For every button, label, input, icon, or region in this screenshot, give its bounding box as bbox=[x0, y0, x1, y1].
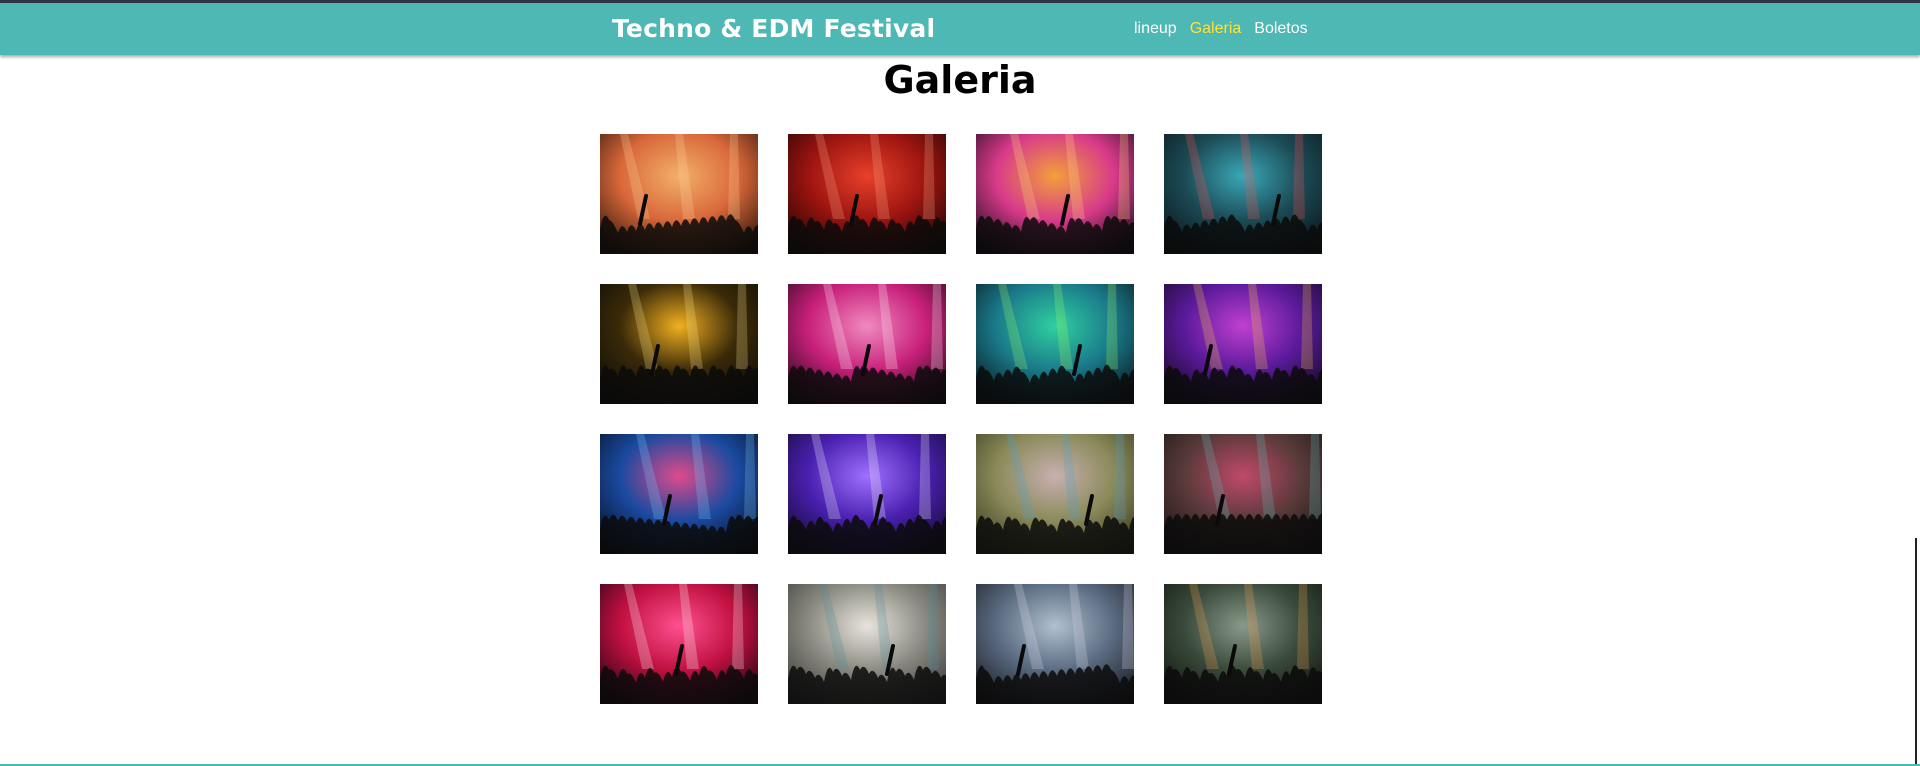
field-festival-photo[interactable] bbox=[976, 434, 1134, 554]
nav-link-galeria[interactable]: Galeria bbox=[1190, 20, 1242, 38]
red-laser-photo[interactable] bbox=[600, 584, 758, 704]
sunset-crowd-photo[interactable] bbox=[600, 134, 758, 254]
pink-haze-stage-photo[interactable] bbox=[1164, 434, 1322, 554]
night-field-photo[interactable] bbox=[1164, 584, 1322, 704]
page-title: Galeria bbox=[883, 58, 1037, 102]
nav-link-lineup[interactable]: lineup bbox=[1134, 20, 1177, 38]
navbar: Techno & EDM Festival lineup Galeria Bol… bbox=[0, 3, 1920, 55]
phone-recording-photo[interactable] bbox=[976, 134, 1134, 254]
main-nav: lineup Galeria Boletos bbox=[1134, 20, 1321, 38]
dj-silhouette-photo[interactable] bbox=[1164, 134, 1322, 254]
nav-link-boletos[interactable]: Boletos bbox=[1254, 20, 1307, 38]
site-brand[interactable]: Techno & EDM Festival bbox=[612, 14, 935, 43]
confetti-crowd-photo[interactable] bbox=[788, 284, 946, 404]
smiling-woman-photo[interactable] bbox=[788, 434, 946, 554]
blue-concert-photo[interactable] bbox=[600, 434, 758, 554]
yellow-stage-photo[interactable] bbox=[600, 284, 758, 404]
purple-stage-photo[interactable] bbox=[1164, 284, 1322, 404]
outdoor-crowd-photo[interactable] bbox=[788, 584, 946, 704]
green-lasers-photo[interactable] bbox=[976, 284, 1134, 404]
dj-tents-photo[interactable] bbox=[976, 584, 1134, 704]
red-dancer-photo[interactable] bbox=[788, 134, 946, 254]
scrollbar[interactable] bbox=[1915, 538, 1917, 766]
